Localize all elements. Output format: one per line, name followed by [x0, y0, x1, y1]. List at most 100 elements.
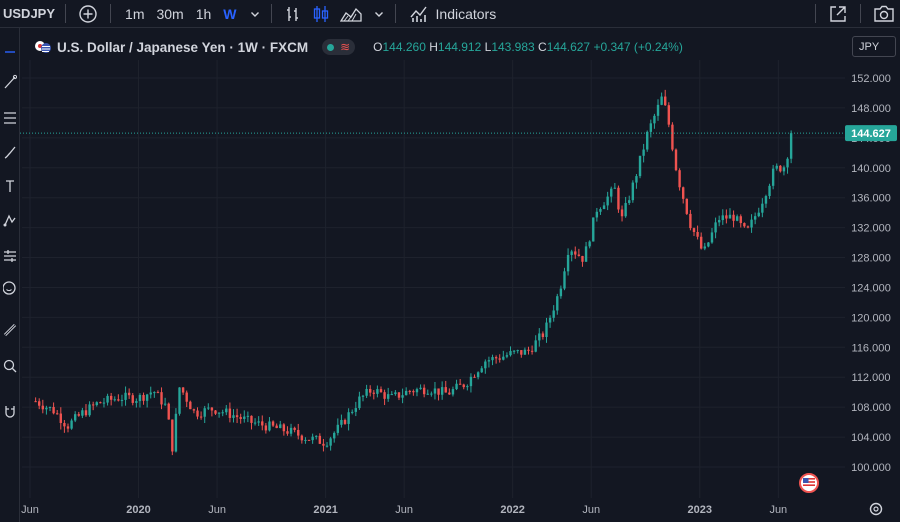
candle-body	[505, 355, 509, 357]
candle-body	[602, 205, 606, 210]
candle-body	[502, 356, 505, 360]
chart-grid	[22, 60, 845, 498]
price-chart[interactable]: 100.000 104.000 108.000 112.000 116.000 120.0…	[0, 0, 900, 522]
candle-body	[38, 401, 41, 406]
time-axis[interactable]: Jun 2020 Jun 2021 Jun 2022 Jun 2023 Jun	[21, 504, 787, 516]
candle-body	[77, 414, 80, 416]
candle-body	[196, 410, 199, 417]
candle-body	[523, 349, 527, 355]
market-status-badge[interactable]: ≋	[322, 39, 356, 55]
price-axis[interactable]: 100.000 104.000 108.000 112.000 116.000 120.0…	[845, 28, 900, 498]
candle-body	[127, 392, 131, 396]
ohlc-values: O144.260 H144.912 L143.983 C144.627 +0.3…	[373, 40, 683, 54]
currency-label: JPY	[859, 40, 880, 53]
candle-body	[322, 443, 325, 446]
candle-body	[606, 196, 609, 206]
time-tick-label: Jun	[21, 504, 39, 516]
candle-body	[163, 403, 167, 405]
candle-body	[102, 402, 106, 404]
candle-body	[757, 212, 760, 217]
candle-body	[228, 408, 232, 418]
last-price-tag-label: 144.627	[851, 128, 891, 140]
candle-body	[221, 412, 224, 414]
status-dot-icon	[327, 43, 335, 51]
time-tick-label: Jun	[208, 504, 226, 516]
time-tick-label: Jun	[582, 504, 600, 516]
candle-body	[682, 187, 685, 199]
candle-body	[656, 104, 660, 116]
candle-body	[73, 414, 77, 421]
candle-body	[311, 436, 314, 441]
candle-body	[167, 403, 170, 420]
candle-body	[199, 416, 203, 418]
candle-body	[358, 396, 361, 409]
change-value: +0.347 (+0.24%)	[593, 40, 683, 54]
candle-body	[95, 402, 98, 406]
candle-body	[750, 219, 753, 228]
candle-body	[379, 389, 383, 393]
candle-body	[70, 420, 73, 429]
price-tick-label: 112.000	[852, 372, 891, 384]
candle-body	[192, 409, 196, 411]
price-tick-label: 140.000	[851, 163, 891, 175]
gear-icon	[869, 502, 883, 516]
candle-body	[739, 216, 742, 224]
candle-body	[786, 158, 789, 168]
candle-body	[315, 435, 318, 437]
candle-body	[156, 392, 160, 394]
candle-body	[239, 417, 242, 419]
candle-body	[113, 399, 116, 401]
candle-body	[149, 392, 152, 395]
candle-body	[498, 358, 501, 360]
candle-body	[120, 399, 124, 401]
candle-body	[721, 215, 724, 221]
candle-body	[574, 251, 577, 255]
candle-body	[217, 412, 221, 414]
candle-body	[181, 387, 185, 393]
candle-body	[142, 394, 145, 401]
candle-body	[160, 392, 163, 405]
candle-body	[354, 408, 358, 412]
price-tick-label: 120.000	[851, 312, 891, 324]
candle-body	[584, 246, 588, 262]
currency-select[interactable]: JPY	[852, 36, 896, 57]
candle-body	[732, 214, 735, 221]
candle-body	[307, 439, 311, 441]
candle-body	[257, 421, 260, 423]
candle-body	[451, 389, 455, 395]
candle-body	[476, 372, 480, 378]
candle-body	[214, 410, 217, 414]
candle-body	[710, 232, 714, 243]
candle-body	[178, 387, 181, 414]
candle-body	[559, 288, 563, 297]
candle-body	[225, 408, 228, 413]
candle-body	[390, 394, 393, 396]
candle-body	[653, 115, 656, 124]
high-value: 144.912	[437, 40, 482, 54]
candle-body	[365, 388, 368, 396]
candle-body	[318, 435, 322, 444]
candle-body	[394, 392, 397, 395]
candle-body	[99, 402, 102, 404]
us-flag-event-marker[interactable]	[799, 473, 819, 493]
candle-body	[743, 223, 746, 227]
candle-body	[422, 387, 426, 395]
candle-body	[386, 394, 390, 399]
candle-body	[235, 415, 239, 418]
candle-body	[638, 155, 642, 177]
candle-body	[466, 386, 469, 388]
candle-body	[203, 408, 206, 417]
candle-body	[383, 392, 386, 399]
candle-body	[145, 394, 149, 401]
candle-body	[63, 423, 66, 427]
candle-body	[124, 392, 127, 400]
time-tick-label: 2021	[313, 504, 337, 516]
time-tick-label: Jun	[769, 504, 787, 516]
candle-body	[52, 407, 55, 414]
high-key: H	[429, 40, 438, 54]
chart-settings-button[interactable]	[869, 502, 883, 516]
candle-body	[761, 203, 764, 213]
candle-body	[401, 395, 404, 398]
candle-body	[55, 413, 59, 415]
candle-body	[415, 389, 419, 393]
